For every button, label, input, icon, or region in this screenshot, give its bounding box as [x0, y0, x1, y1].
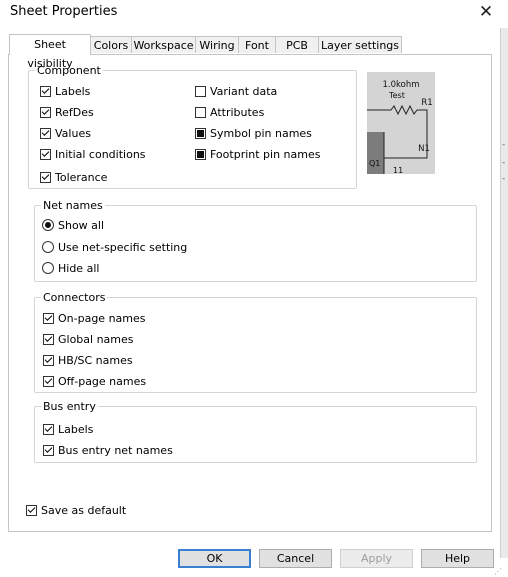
help-button[interactable]: Help [421, 549, 494, 568]
preview-value: 1.0kohm [382, 80, 419, 90]
component-attributes-checkbox[interactable]: Attributes [195, 104, 264, 120]
net-names-hide-all-radio[interactable]: Hide all [42, 260, 99, 276]
bus-entry-labels-checkbox[interactable]: Labels [43, 421, 93, 437]
component-variant-data-checkbox[interactable]: Variant data [195, 83, 277, 99]
save-as-default-checkbox[interactable]: Save as default [26, 502, 126, 518]
resistor-symbol-preview: 1.0kohm Test R1 N1 Q1 11 [367, 80, 433, 174]
connector-global-names-check-icon[interactable] [43, 333, 54, 345]
preview-tolerance: Test [388, 91, 405, 100]
connector-hb-sc-names-label: HB/SC names [58, 353, 133, 367]
background-window-edge: --- [500, 28, 508, 558]
preview-pin-right: 11 [393, 166, 403, 174]
bus-entry-bus-entry-net-names-checkbox[interactable]: Bus entry net names [43, 442, 173, 458]
component-values-label: Values [55, 126, 91, 140]
net-names-use-net-specific-setting-radio[interactable]: Use net-specific setting [42, 239, 187, 255]
component-footprint-pin-names-label: Footprint pin names [210, 147, 321, 161]
tab-colors[interactable]: Colors [90, 36, 132, 53]
component-symbol-pin-names-check-icon[interactable] [195, 127, 206, 139]
tab-wiring[interactable]: Wiring [195, 36, 239, 53]
component-initial-conditions-check-icon[interactable] [40, 148, 51, 160]
component-values-checkbox[interactable]: Values [40, 125, 91, 141]
component-initial-conditions-label: Initial conditions [55, 147, 146, 161]
bus-entry-bus-entry-net-names-label: Bus entry net names [58, 443, 173, 457]
component-labels-check-icon[interactable] [40, 85, 51, 97]
radio-icon[interactable] [42, 241, 54, 253]
component-footprint-pin-names-checkbox[interactable]: Footprint pin names [195, 146, 320, 162]
tab-font[interactable]: Font [238, 36, 276, 53]
window-title: Sheet Properties [10, 4, 118, 19]
net-names-use-net-specific-setting-label: Use net-specific setting [58, 240, 188, 254]
bus-entry-bus-entry-net-names-check-icon[interactable] [43, 444, 54, 456]
connector-global-names-checkbox[interactable]: Global names [43, 331, 134, 347]
net-names-show-all-label: Show all [58, 218, 105, 232]
component-footprint-pin-names-check-icon[interactable] [195, 148, 206, 160]
connector-on-page-names-checkbox[interactable]: On-page names [43, 310, 146, 326]
component-tolerance-check-icon[interactable] [40, 171, 51, 183]
preview-pin-left: Q1 [369, 159, 380, 168]
close-icon[interactable]: ✕ [476, 2, 496, 22]
preview-net: N1 [418, 144, 430, 154]
tab-workspace[interactable]: Workspace [131, 36, 196, 53]
component-variant-data-check-icon[interactable] [195, 85, 206, 97]
save-as-default-check-icon[interactable] [26, 504, 37, 516]
resize-grip-icon[interactable]: ⋰ [494, 567, 502, 576]
component-initial-conditions-checkbox[interactable]: Initial conditions [40, 146, 146, 162]
component-refdes-label: RefDes [55, 105, 94, 119]
connector-hb-sc-names-check-icon[interactable] [43, 354, 54, 366]
apply-button[interactable]: Apply [340, 549, 413, 568]
connectors-legend: Connectors [43, 291, 106, 304]
connector-global-names-label: Global names [58, 332, 134, 346]
ok-button[interactable]: OK [178, 549, 251, 568]
tab-sheet-visibility[interactable]: Sheet visibility [9, 34, 91, 70]
net-names-show-all-radio[interactable]: Show all [42, 217, 104, 233]
bus-entry-labels-check-icon[interactable] [43, 423, 54, 435]
component-refdes-check-icon[interactable] [40, 106, 51, 118]
save-as-default-label: Save as default [41, 503, 127, 517]
component-variant-data-label: Variant data [210, 84, 278, 98]
title-bar: Sheet Properties ✕ [0, 0, 508, 26]
component-tolerance-label: Tolerance [55, 170, 108, 184]
connector-off-page-names-checkbox[interactable]: Off-page names [43, 373, 146, 389]
component-attributes-label: Attributes [210, 105, 265, 119]
net-names-hide-all-label: Hide all [58, 261, 100, 275]
component-labels-label: Labels [55, 84, 91, 98]
tab-pcb[interactable]: PCB [275, 36, 319, 53]
component-symbol-pin-names-checkbox[interactable]: Symbol pin names [195, 125, 312, 141]
component-labels-checkbox[interactable]: Labels [40, 83, 90, 99]
connector-off-page-names-check-icon[interactable] [43, 375, 54, 387]
component-symbol-pin-names-label: Symbol pin names [210, 126, 312, 140]
bus-entry-legend: Bus entry [43, 400, 96, 413]
connector-on-page-names-check-icon[interactable] [43, 312, 54, 324]
bus-entry-labels-label: Labels [58, 422, 94, 436]
connector-off-page-names-label: Off-page names [58, 374, 147, 388]
component-tolerance-checkbox[interactable]: Tolerance [40, 169, 107, 185]
net-names-legend: Net names [43, 199, 103, 212]
component-values-check-icon[interactable] [40, 127, 51, 139]
component-attributes-check-icon[interactable] [195, 106, 206, 118]
radio-icon[interactable] [42, 219, 54, 231]
component-preview: 1.0kohm Test R1 N1 Q1 11 [367, 72, 435, 174]
connector-on-page-names-label: On-page names [58, 311, 146, 325]
component-refdes-checkbox[interactable]: RefDes [40, 104, 94, 120]
connector-hb-sc-names-checkbox[interactable]: HB/SC names [43, 352, 133, 368]
cancel-button[interactable]: Cancel [259, 549, 332, 568]
radio-icon[interactable] [42, 262, 54, 274]
preview-refdes: R1 [421, 98, 432, 108]
tab-layer-settings[interactable]: Layer settings [318, 36, 402, 53]
